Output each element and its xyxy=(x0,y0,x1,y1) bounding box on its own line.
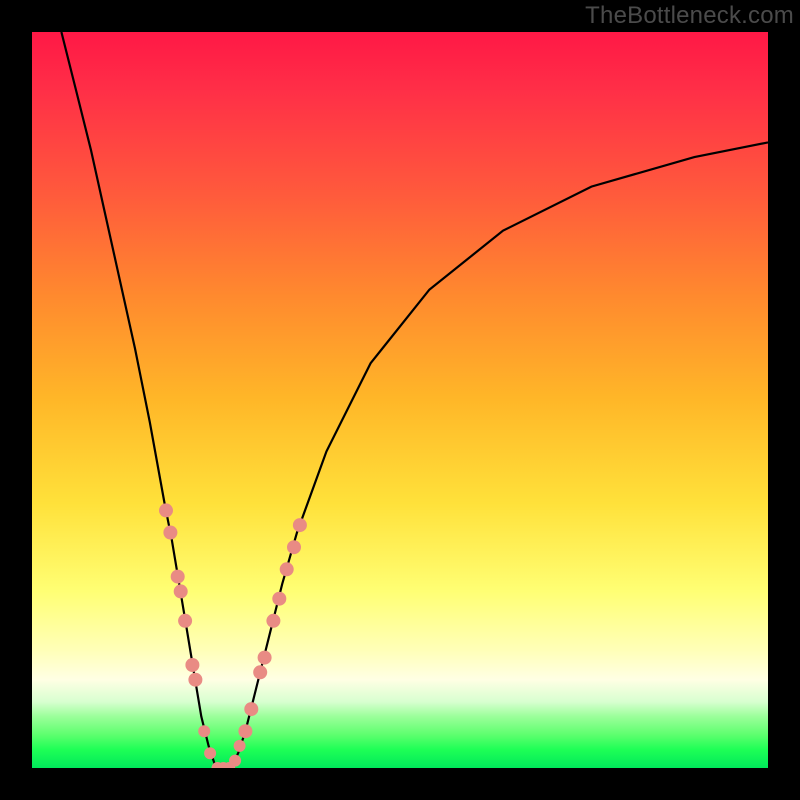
highlight-dot xyxy=(159,503,173,517)
highlight-dot xyxy=(229,755,241,767)
highlight-dot xyxy=(178,614,192,628)
highlight-dot xyxy=(163,526,177,540)
highlight-dot xyxy=(234,740,246,752)
highlight-dots xyxy=(159,503,307,768)
highlight-dot xyxy=(280,562,294,576)
plot-area xyxy=(32,32,768,768)
highlight-dot xyxy=(244,702,258,716)
highlight-dot xyxy=(287,540,301,554)
watermark-text: TheBottleneck.com xyxy=(585,2,794,30)
bottleneck-curve xyxy=(61,32,768,768)
chart-frame: TheBottleneck.com xyxy=(0,0,800,800)
highlight-dot xyxy=(198,725,210,737)
curve-layer xyxy=(32,32,768,768)
highlight-dot xyxy=(238,724,252,738)
highlight-dot xyxy=(204,747,216,759)
highlight-dot xyxy=(293,518,307,532)
highlight-dot xyxy=(171,570,185,584)
highlight-dot xyxy=(266,614,280,628)
highlight-dot xyxy=(217,762,229,768)
highlight-dot xyxy=(174,584,188,598)
highlight-dot xyxy=(272,592,286,606)
highlight-dot xyxy=(212,762,224,768)
highlight-dot xyxy=(188,673,202,687)
highlight-dot xyxy=(223,762,235,768)
highlight-dot xyxy=(258,651,272,665)
highlight-dot xyxy=(185,658,199,672)
highlight-dot xyxy=(253,665,267,679)
